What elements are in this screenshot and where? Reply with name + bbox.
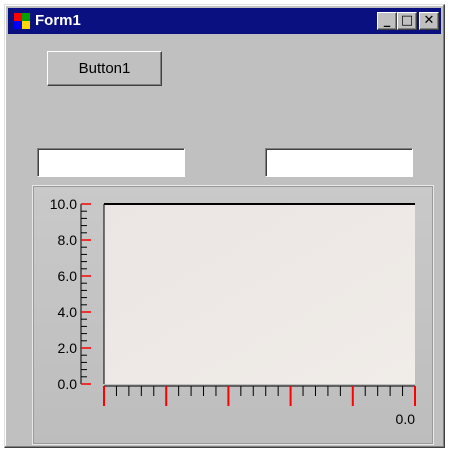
- minimize-icon: _: [383, 13, 391, 28]
- y-tick-label: 8.0: [58, 232, 78, 248]
- y-tick-label: 10.0: [50, 196, 77, 212]
- plot-graphic: 10.0 8.0 6.0 4.0 2.0 0.0 0.0: [50, 196, 416, 427]
- y-axis: 10.0 8.0 6.0 4.0 2.0 0.0: [50, 196, 91, 392]
- close-icon: ✕: [423, 13, 435, 28]
- button1[interactable]: Button1: [47, 51, 162, 86]
- y-tick-label: 6.0: [58, 268, 78, 284]
- app-icon: [14, 13, 30, 29]
- close-button[interactable]: ✕: [419, 12, 439, 30]
- plot-panel: 10.0 8.0 6.0 4.0 2.0 0.0 0.0: [32, 185, 434, 445]
- x-end-label: 0.0: [396, 411, 416, 427]
- form1-window: Form1 _ □ ✕ Button1 10.0 8.0 6.0 4.0 2.0 0.0 …: [4, 4, 445, 448]
- maximize-button[interactable]: □: [397, 12, 417, 30]
- y-tick-label: 4.0: [58, 304, 78, 320]
- y-tick-label: 2.0: [58, 340, 78, 356]
- text-input-right[interactable]: [265, 148, 413, 177]
- plot-area: [104, 204, 415, 384]
- y-tick-label: 0.0: [58, 376, 78, 392]
- maximize-icon: □: [400, 13, 414, 28]
- x-axis: 0.0: [103, 385, 416, 427]
- title-bar[interactable]: Form1 _ □ ✕: [8, 8, 441, 34]
- minimize-button[interactable]: _: [377, 12, 397, 30]
- text-input-left[interactable]: [37, 148, 185, 177]
- window-title: Form1: [35, 12, 81, 29]
